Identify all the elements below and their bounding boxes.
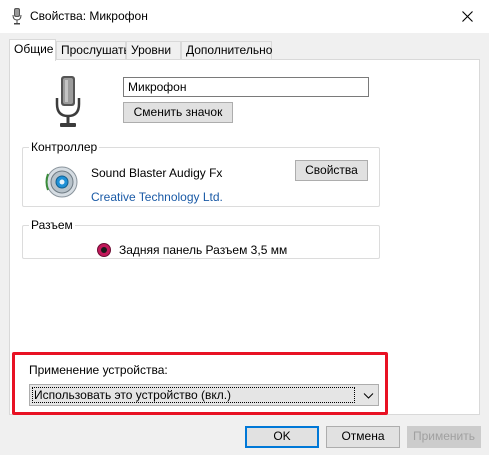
- usage-label: Применение устройства:: [29, 363, 168, 377]
- title-bar: Свойства: Микрофон: [0, 0, 489, 33]
- change-icon-button[interactable]: Сменить значок: [123, 102, 233, 123]
- usage-selected-value: Использовать это устройство (вкл.): [32, 387, 355, 403]
- speaker-icon: [45, 166, 78, 198]
- jack-description: Задняя панель Разъем 3,5 мм: [119, 243, 288, 257]
- controller-vendor: Creative Technology Ltd.: [91, 190, 223, 204]
- microphone-icon: [55, 76, 81, 127]
- jack-group-label: Разъем: [29, 218, 75, 232]
- close-icon: [461, 11, 473, 22]
- controller-group-label: Контроллер: [29, 140, 100, 154]
- device-name-input[interactable]: Микрофон: [123, 77, 369, 97]
- microphone-icon: [12, 8, 22, 25]
- controller-properties-button[interactable]: Свойства: [295, 160, 368, 181]
- general-tab-panel: Микрофон Сменить значок Контроллер Sound…: [9, 59, 480, 415]
- close-button[interactable]: [445, 0, 489, 33]
- controller-group: Контроллер Sound Blaster Audigy Fx Creat…: [22, 140, 380, 207]
- cancel-button[interactable]: Отмена: [326, 426, 400, 448]
- tab-levels[interactable]: Уровни: [126, 41, 181, 60]
- apply-button[interactable]: Применить: [407, 426, 481, 448]
- window-title: Свойства: Микрофон: [30, 9, 148, 23]
- controller-name: Sound Blaster Audigy Fx: [91, 166, 223, 180]
- chevron-down-icon: [363, 393, 374, 399]
- audio-jack-icon: [97, 243, 111, 257]
- tab-advanced[interactable]: Дополнительно: [181, 41, 272, 60]
- ok-button[interactable]: OK: [245, 426, 319, 448]
- tab-general[interactable]: Общие: [9, 39, 56, 61]
- usage-dropdown[interactable]: Использовать это устройство (вкл.): [29, 384, 379, 406]
- jack-group: Разъем Задняя панель Разъем 3,5 мм: [22, 218, 380, 259]
- tab-listen[interactable]: Прослушать: [56, 41, 130, 60]
